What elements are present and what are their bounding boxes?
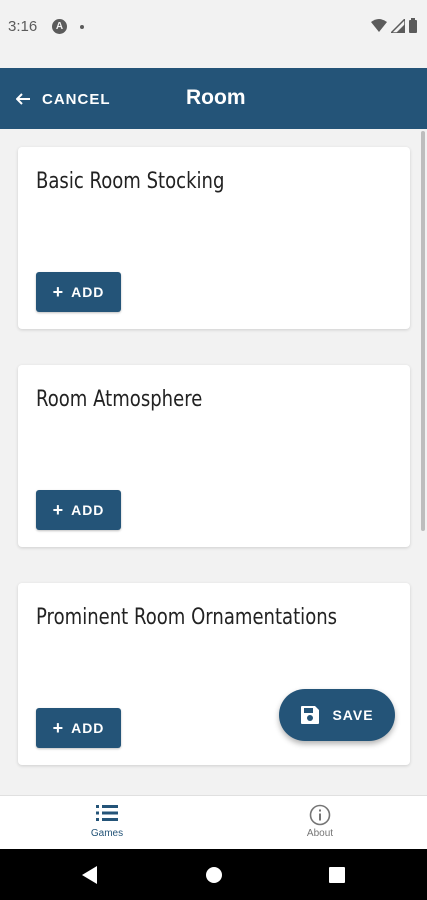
card-title: Basic Room Stocking xyxy=(36,169,225,194)
add-button[interactable]: + ADD xyxy=(36,708,121,748)
add-button[interactable]: + ADD xyxy=(36,490,121,530)
wifi-icon xyxy=(371,18,387,32)
cancel-button[interactable]: CANCEL xyxy=(10,82,117,116)
card-title: Room Atmosphere xyxy=(36,387,203,412)
add-button[interactable]: + ADD xyxy=(36,272,121,312)
nav-label-about: About xyxy=(306,828,334,839)
battery-icon xyxy=(409,18,417,33)
bottom-nav: Games About xyxy=(0,795,427,849)
save-label: SAVE xyxy=(332,707,374,723)
page-title: Room xyxy=(186,86,246,109)
plus-icon: + xyxy=(52,718,64,738)
card-basic-room-stocking: Basic Room Stocking + ADD xyxy=(18,147,410,329)
status-icons xyxy=(371,18,417,33)
plus-icon: + xyxy=(52,282,64,302)
back-nav-button[interactable] xyxy=(60,849,120,900)
status-bar: 3:16 A xyxy=(0,0,427,68)
cancel-label: CANCEL xyxy=(42,90,111,108)
card-title: Prominent Room Ornamentations xyxy=(36,605,338,630)
add-label: ADD xyxy=(71,720,105,736)
signal-icon xyxy=(391,18,405,33)
info-icon xyxy=(309,804,331,826)
back-triangle-icon xyxy=(82,865,97,884)
recents-nav-button[interactable] xyxy=(307,849,367,900)
nav-item-about[interactable]: About xyxy=(213,796,427,850)
save-button[interactable]: SAVE xyxy=(279,689,395,741)
add-label: ADD xyxy=(71,284,105,300)
app-bar: CANCEL Room xyxy=(0,68,427,129)
save-icon xyxy=(301,706,320,724)
scrollbar[interactable] xyxy=(421,131,425,531)
card-room-atmosphere: Room Atmosphere + ADD xyxy=(18,365,410,547)
a-icon: A xyxy=(52,19,67,34)
arrow-back-icon xyxy=(16,93,30,105)
status-time: 3:16 xyxy=(8,18,38,35)
nav-item-games[interactable]: Games xyxy=(0,796,214,850)
nav-label-games: Games xyxy=(90,828,124,839)
system-nav-bar xyxy=(0,849,427,900)
home-circle-icon xyxy=(206,866,222,883)
recents-square-icon xyxy=(329,866,345,883)
plus-icon: + xyxy=(52,500,64,520)
notification-dot-icon xyxy=(80,25,84,29)
home-nav-button[interactable] xyxy=(184,849,244,900)
list-icon xyxy=(96,805,118,821)
add-label: ADD xyxy=(71,502,105,518)
